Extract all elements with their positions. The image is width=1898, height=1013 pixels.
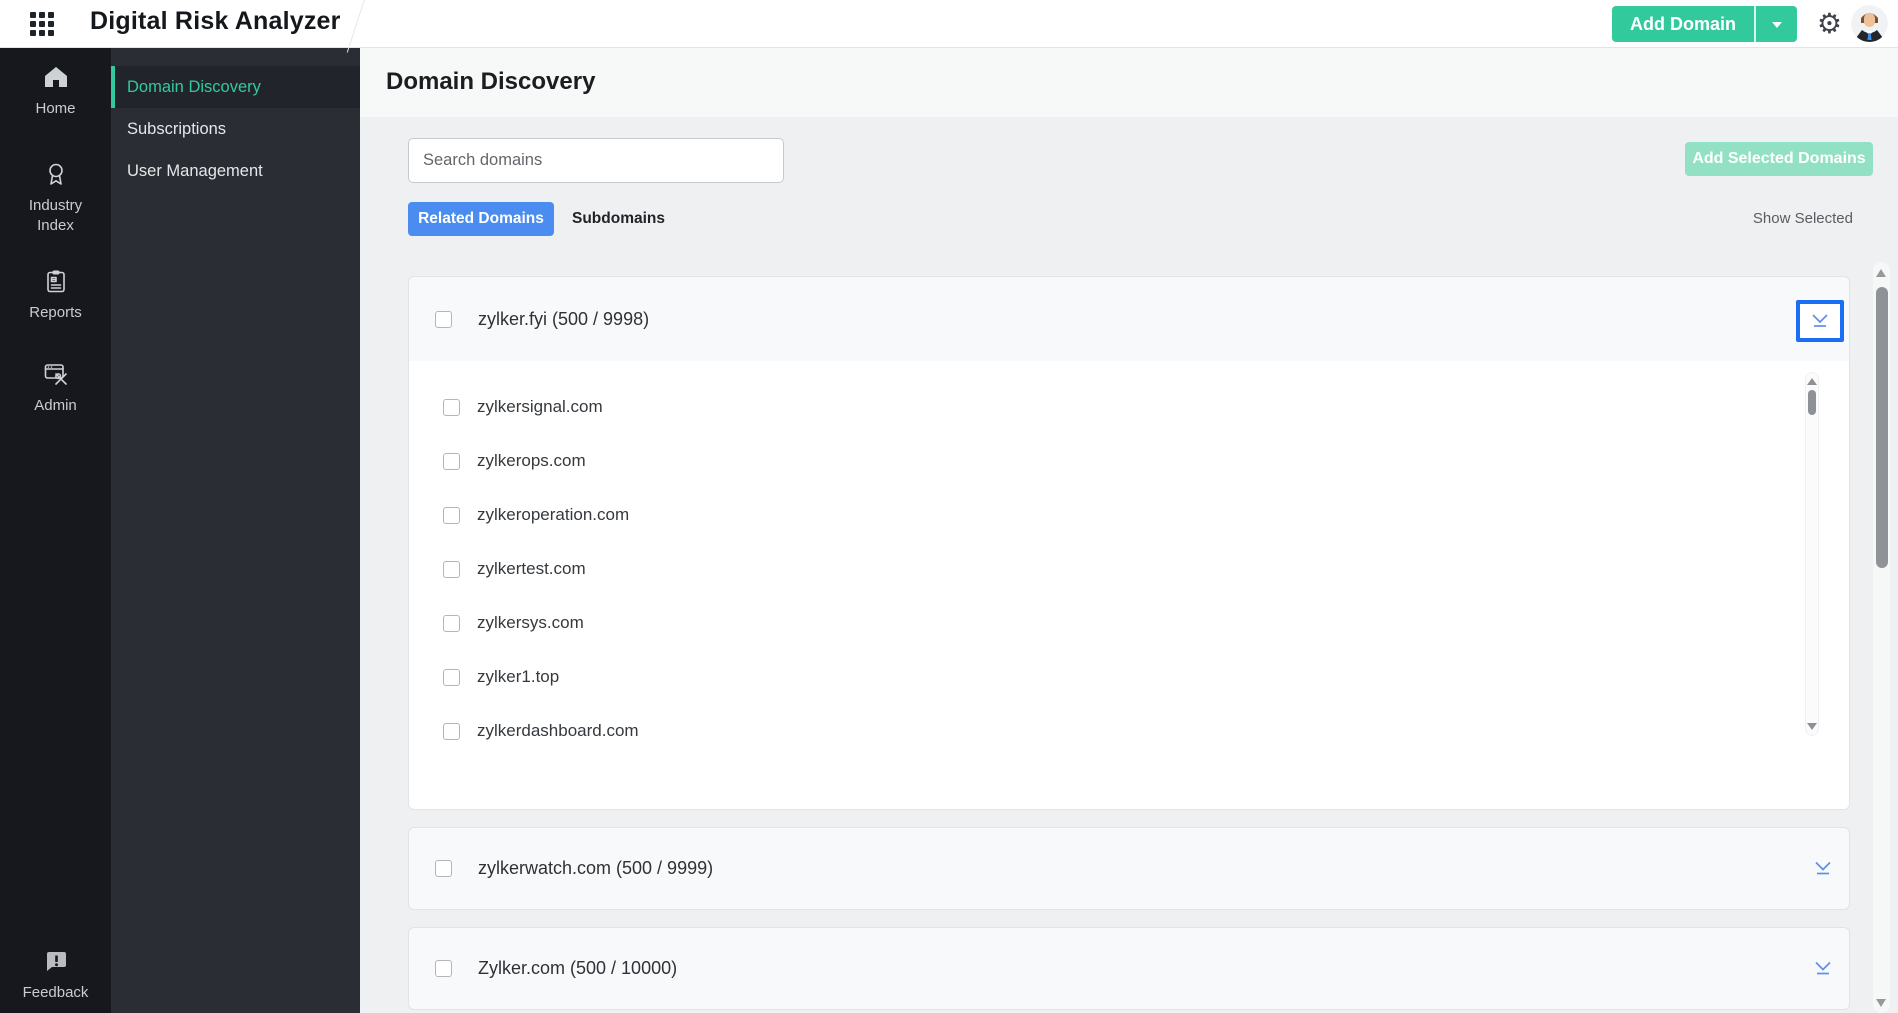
domain-list-item: zylkertest.com — [409, 542, 1849, 596]
outer-scrollbar-thumb[interactable] — [1875, 287, 1888, 568]
page-title: Domain Discovery — [386, 68, 596, 95]
secondary-sidebar-item-user-management[interactable]: User Management — [111, 150, 360, 192]
domain-list-item: zylkersys.com — [409, 596, 1849, 650]
group-checkbox[interactable] — [435, 960, 452, 977]
domain-label: zylker1.top — [477, 667, 560, 686]
primary-sidebar-nav: Home Industry Index Reports Admin — [0, 62, 111, 416]
inner-scrollbar-thumb[interactable] — [1808, 390, 1816, 415]
sidebar-item-label: Admin — [34, 397, 77, 414]
domain-group-header: zylker.fyi (500 / 9998) — [409, 277, 1849, 361]
tab-subdomains[interactable]: Subdomains — [572, 210, 665, 228]
domain-list: zylker.fyi (500 / 9998) zylkersignal.com… — [360, 262, 1898, 1013]
expand-toggle-button[interactable] — [1796, 300, 1844, 342]
sidebar-item-home[interactable]: Home — [0, 62, 111, 119]
chevron-down-underline-icon — [1809, 310, 1831, 333]
app-grid-menu-icon[interactable] — [30, 12, 54, 36]
app-title: Digital Risk Analyzer — [90, 7, 341, 35]
industry-index-icon — [42, 159, 70, 189]
domain-group-card: zylker.fyi (500 / 9998) zylkersignal.com… — [408, 276, 1850, 810]
domain-group-card: zylkerwatch.com (500 / 9999) — [408, 827, 1850, 910]
scroll-down-arrow-icon[interactable] — [1876, 999, 1886, 1007]
tabs: Related Domains Subdomains — [408, 202, 665, 236]
domain-label: zylkeroperation.com — [477, 505, 630, 524]
secondary-sidebar: Domain Discovery Subscriptions User Manage… — [111, 47, 360, 1013]
sidebar-item-label: Industry Index — [28, 197, 83, 234]
secondary-sidebar-item-subscriptions[interactable]: Subscriptions — [111, 108, 360, 150]
app-screen: Digital Risk Analyzer Add Domain ⚙ Home — [0, 0, 1898, 1013]
domain-checkbox[interactable] — [443, 722, 460, 740]
top-bar: Digital Risk Analyzer Add Domain ⚙ — [0, 0, 1898, 53]
chevron-down-underline-icon — [1812, 857, 1834, 880]
main-header: Domain Discovery — [360, 47, 1898, 117]
show-selected-link[interactable]: Show Selected — [1753, 210, 1853, 227]
primary-sidebar: Home Industry Index Reports Admin Feedba… — [0, 47, 111, 1013]
domain-list-item: zylkeroperation.com — [409, 488, 1849, 542]
domain-label: zylkerops.com — [477, 451, 586, 470]
domain-checkbox[interactable] — [443, 398, 460, 416]
domain-checkbox[interactable] — [443, 560, 460, 578]
add-domain-split-button: Add Domain — [1612, 6, 1797, 42]
domain-list-item: zylkerops.com — [409, 434, 1849, 488]
expand-toggle-button[interactable] — [1812, 957, 1834, 980]
domain-checkbox[interactable] — [443, 668, 460, 686]
user-avatar[interactable] — [1851, 5, 1888, 42]
domain-checkbox[interactable] — [443, 614, 460, 632]
sidebar-item-industry-index[interactable]: Industry Index — [0, 159, 111, 236]
sidebar-item-label: Feedback — [22, 984, 89, 1001]
domain-list-item: zylkerdashboard.com — [409, 704, 1849, 758]
group-checkbox[interactable] — [435, 310, 452, 328]
sidebar-item-admin[interactable]: Admin — [0, 359, 111, 416]
avatar-image — [1851, 5, 1888, 42]
domain-group-header: Zylker.com (500 / 10000) — [409, 928, 1849, 1009]
scroll-up-arrow-icon[interactable] — [1876, 269, 1886, 277]
domain-label: zylkersignal.com — [477, 397, 603, 416]
feedback-icon — [41, 946, 71, 976]
domain-label: zylkertest.com — [477, 559, 586, 578]
settings-gear-icon[interactable]: ⚙ — [1817, 5, 1842, 43]
inner-scrollbar[interactable] — [1805, 372, 1819, 736]
group-title: Zylker.com (500 / 10000) — [478, 958, 678, 978]
search-input[interactable] — [408, 138, 784, 183]
sidebar-item-reports[interactable]: Reports — [0, 266, 111, 323]
domain-checkbox[interactable] — [443, 452, 460, 470]
scroll-down-arrow-icon[interactable] — [1807, 723, 1817, 730]
group-title: zylkerwatch.com (500 / 9999) — [478, 858, 714, 878]
sidebar-item-feedback[interactable]: Feedback — [0, 946, 111, 1003]
sidebar-item-label: Reports — [29, 304, 82, 321]
admin-icon — [42, 359, 70, 389]
chevron-down-underline-icon — [1812, 957, 1834, 980]
domain-list-item: zylker1.top — [409, 650, 1849, 704]
sidebar-item-label: Home — [35, 100, 76, 117]
group-title: zylker.fyi (500 / 9998) — [478, 308, 650, 329]
content-panel: Add Selected Domains Related Domains Subd… — [360, 117, 1898, 1013]
add-domain-dropdown-button[interactable] — [1754, 6, 1797, 42]
domain-group-body: zylkersignal.com zylkerops.com zylkerope… — [409, 361, 1849, 809]
secondary-sidebar-item-domain-discovery[interactable]: Domain Discovery — [111, 66, 360, 108]
tab-related-domains[interactable]: Related Domains — [408, 202, 554, 236]
main-content: Domain Discovery Add Selected Domains Re… — [360, 47, 1898, 1013]
domain-label: zylkersys.com — [477, 613, 584, 632]
add-selected-domains-button[interactable]: Add Selected Domains — [1685, 142, 1873, 176]
domain-list-item: zylkersignal.com — [409, 380, 1849, 434]
scroll-up-arrow-icon[interactable] — [1807, 378, 1817, 385]
title-divider — [346, 0, 367, 53]
domain-group-header: zylkerwatch.com (500 / 9999) — [409, 828, 1849, 909]
group-checkbox[interactable] — [435, 860, 452, 877]
domain-group-card: Zylker.com (500 / 10000) — [408, 927, 1850, 1010]
reports-icon — [42, 266, 70, 296]
caret-down-icon — [1771, 21, 1782, 33]
home-icon — [42, 62, 70, 92]
expand-toggle-button[interactable] — [1812, 857, 1834, 880]
domain-checkbox[interactable] — [443, 506, 460, 524]
add-domain-button[interactable]: Add Domain — [1612, 6, 1754, 42]
outer-scrollbar[interactable] — [1873, 262, 1890, 1013]
domain-label: zylkerdashboard.com — [477, 721, 639, 740]
